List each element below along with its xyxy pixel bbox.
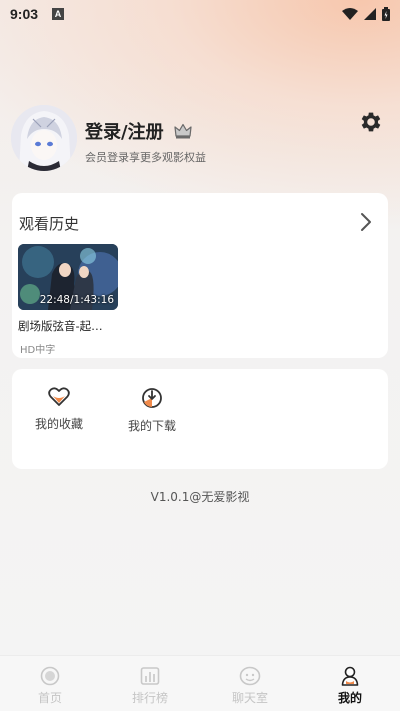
login-register-link[interactable]: 登录/注册	[85, 118, 192, 144]
tab-home[interactable]: 首页	[0, 656, 100, 711]
status-icons	[342, 7, 390, 21]
heart-icon	[48, 387, 70, 406]
tab-mine-label: 我的	[337, 691, 362, 705]
home-icon	[40, 666, 60, 686]
tab-chatroom[interactable]: 聊天室	[200, 656, 300, 711]
chevron-right-icon[interactable]	[358, 212, 374, 232]
video-title: 剧场版弦音-起…	[18, 319, 103, 333]
my-favorites-button[interactable]: 我的收藏	[24, 387, 94, 437]
history-video-item[interactable]: 22:48/1:43:16 剧场版弦音-起… HD中字	[18, 244, 120, 356]
tab-ranking[interactable]: 排行榜	[100, 656, 200, 711]
chat-face-icon	[239, 666, 261, 686]
avatar-image	[11, 105, 77, 171]
quick-actions-card: 我的收藏 我的下载	[12, 369, 388, 469]
settings-gear-icon[interactable]	[358, 109, 384, 135]
profile-header: 登录/注册 会员登录享更多观影权益	[0, 100, 400, 180]
tab-mine[interactable]: 我的	[300, 656, 400, 711]
membership-subtitle: 会员登录享更多观影权益	[85, 151, 206, 164]
watch-progress-time: 22:48/1:43:16	[39, 294, 114, 306]
tab-home-label: 首页	[37, 691, 62, 705]
status-bar: 9:03 A	[0, 0, 400, 28]
user-profile-icon	[341, 666, 359, 686]
ranking-chart-icon	[140, 667, 160, 685]
status-time: 9:03	[10, 6, 39, 22]
avatar[interactable]	[11, 105, 77, 171]
video-quality-tag: HD中字	[20, 345, 56, 356]
tab-chatroom-label: 聊天室	[231, 691, 268, 705]
battery-icon	[382, 7, 390, 21]
my-downloads-button[interactable]: 我的下载	[117, 387, 187, 437]
bottom-tab-bar: 首页 排行榜 聊天室 我的	[0, 655, 400, 711]
download-icon	[142, 388, 162, 408]
notification-icon: A	[52, 8, 65, 20]
tab-ranking-label: 排行榜	[131, 691, 168, 705]
crown-icon	[173, 123, 192, 139]
video-thumbnail: 22:48/1:43:16	[18, 244, 118, 310]
watch-history-title: 观看历史	[19, 215, 80, 233]
login-register-label: 登录/注册	[85, 122, 164, 143]
signal-icon	[364, 8, 376, 20]
wifi-icon	[342, 8, 358, 20]
my-downloads-label: 我的下载	[127, 419, 176, 433]
app-version: V1.0.1@无爱影视	[150, 490, 250, 504]
my-favorites-label: 我的收藏	[34, 417, 83, 431]
watch-history-card: 观看历史 22:48/1:43:16 剧场版弦音-起… HD中字	[12, 193, 388, 358]
